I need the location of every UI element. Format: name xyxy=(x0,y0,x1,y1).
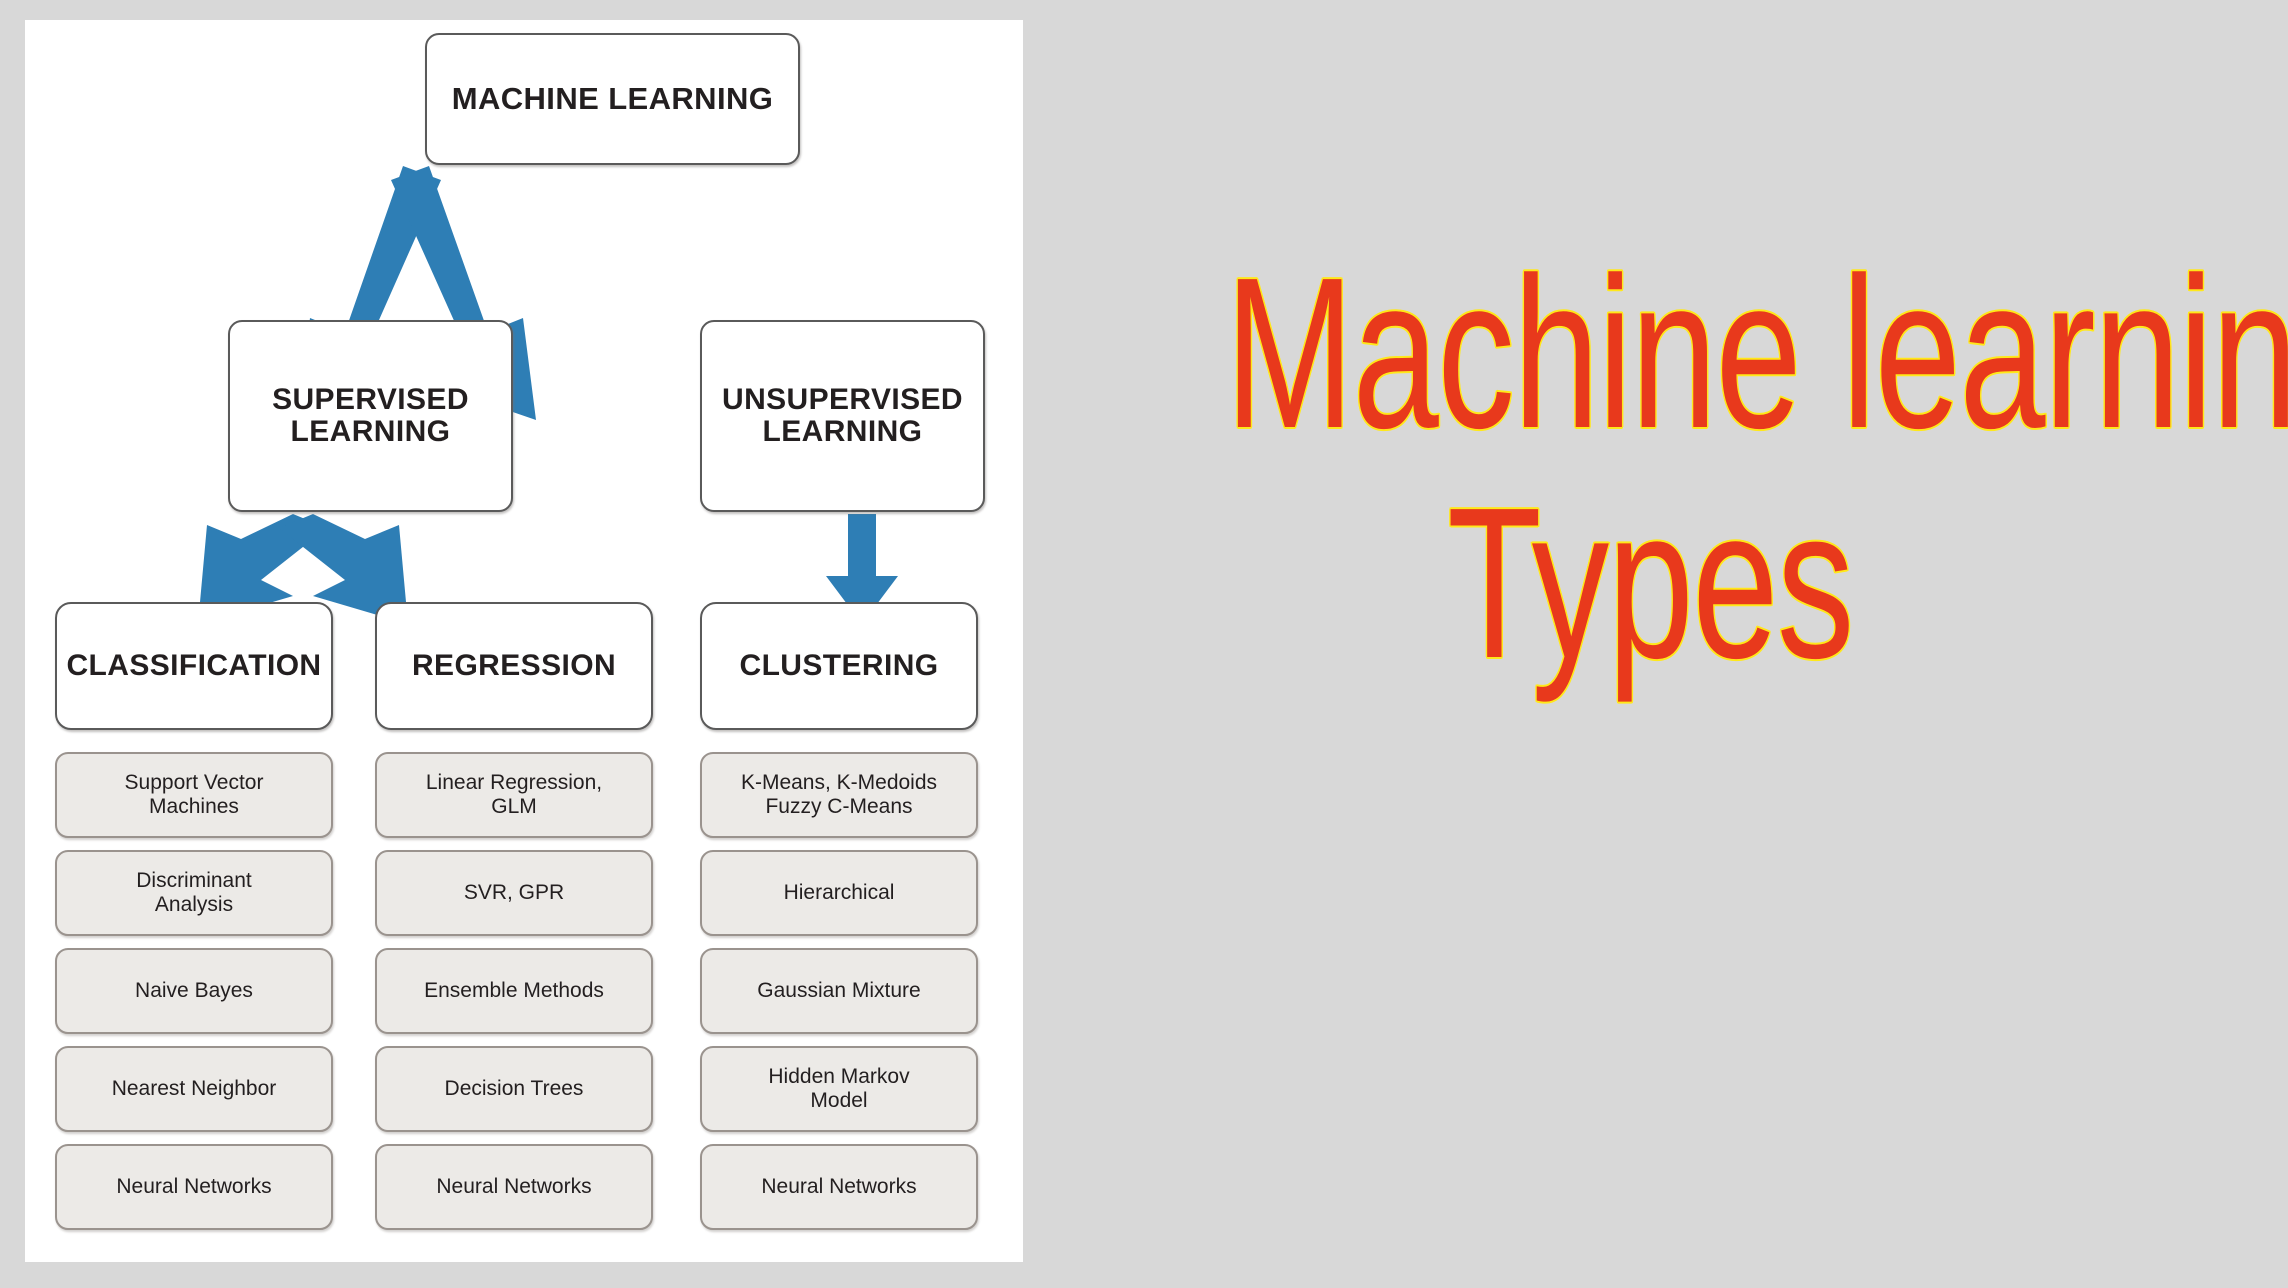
leaf-classification-1-text: Support Vector Machines xyxy=(124,771,264,818)
leaf-classification-2[interactable]: Discriminant Analysis xyxy=(55,850,333,936)
leaf-clustering-5-text: Neural Networks xyxy=(761,1175,917,1199)
node-machine-learning[interactable]: MACHINE LEARNING xyxy=(425,33,800,165)
leaf-classification-1[interactable]: Support Vector Machines xyxy=(55,752,333,838)
leaf-clustering-4[interactable]: Hidden Markov Model xyxy=(700,1046,978,1132)
leaf-classification-4-text: Nearest Neighbor xyxy=(111,1077,277,1101)
node-supervised-learning[interactable]: SUPERVISED LEARNING xyxy=(228,320,513,512)
leaf-regression-5-text: Neural Networks xyxy=(436,1175,592,1199)
slide-title: Machine learning Types xyxy=(1060,232,2288,704)
leaf-classification-5-text: Neural Networks xyxy=(116,1175,272,1199)
leaf-clustering-1[interactable]: K-Means, K-Medoids Fuzzy C-Means xyxy=(700,752,978,838)
leaf-clustering-4-text: Hidden Markov Model xyxy=(768,1065,910,1112)
leaf-regression-3-text: Ensemble Methods xyxy=(424,979,604,1003)
leaf-clustering-2-text: Hierarchical xyxy=(783,881,895,905)
leaf-clustering-3-text: Gaussian Mixture xyxy=(757,979,921,1003)
leaf-classification-2-text: Discriminant Analysis xyxy=(136,869,252,916)
leaf-classification-4[interactable]: Nearest Neighbor xyxy=(55,1046,333,1132)
leaf-clustering-2[interactable]: Hierarchical xyxy=(700,850,978,936)
leaf-regression-2[interactable]: SVR, GPR xyxy=(375,850,653,936)
node-category-regression-label: REGRESSION xyxy=(411,648,617,682)
leaf-clustering-5[interactable]: Neural Networks xyxy=(700,1144,978,1230)
node-category-clustering[interactable]: CLUSTERING xyxy=(700,602,978,730)
leaf-clustering-3[interactable]: Gaussian Mixture xyxy=(700,948,978,1034)
leaf-regression-1-text: Linear Regression, GLM xyxy=(425,771,603,818)
screenshot-canvas: MACHINE LEARNING SUPERVISED LEARNING UNS… xyxy=(0,0,2288,1288)
node-category-classification[interactable]: CLASSIFICATION xyxy=(55,602,333,730)
machine-learning-taxonomy-diagram: MACHINE LEARNING SUPERVISED LEARNING UNS… xyxy=(25,20,1023,1262)
leaf-clustering-1-text: K-Means, K-Medoids Fuzzy C-Means xyxy=(740,771,938,818)
leaf-regression-3[interactable]: Ensemble Methods xyxy=(375,948,653,1034)
leaf-regression-1[interactable]: Linear Regression, GLM xyxy=(375,752,653,838)
node-category-clustering-label: CLUSTERING xyxy=(739,648,939,682)
leaf-classification-5[interactable]: Neural Networks xyxy=(55,1144,333,1230)
node-category-classification-label: CLASSIFICATION xyxy=(66,648,322,682)
title-line-machine-learning: Machine learning xyxy=(1224,232,2288,473)
node-supervised-learning-label: SUPERVISED LEARNING xyxy=(272,382,469,448)
leaf-regression-2-text: SVR, GPR xyxy=(463,881,565,905)
leaf-regression-4-text: Decision Trees xyxy=(444,1077,584,1101)
node-category-regression[interactable]: REGRESSION xyxy=(375,602,653,730)
leaf-regression-4[interactable]: Decision Trees xyxy=(375,1046,653,1132)
node-unsupervised-learning-label: UNSUPERVISED LEARNING xyxy=(722,382,963,448)
node-machine-learning-label: MACHINE LEARNING xyxy=(451,81,774,117)
title-line-types: Types xyxy=(1446,462,1855,704)
leaf-regression-5[interactable]: Neural Networks xyxy=(375,1144,653,1230)
node-unsupervised-learning[interactable]: UNSUPERVISED LEARNING xyxy=(700,320,985,512)
leaf-classification-3[interactable]: Naive Bayes xyxy=(55,948,333,1034)
leaf-classification-3-text: Naive Bayes xyxy=(135,979,253,1003)
